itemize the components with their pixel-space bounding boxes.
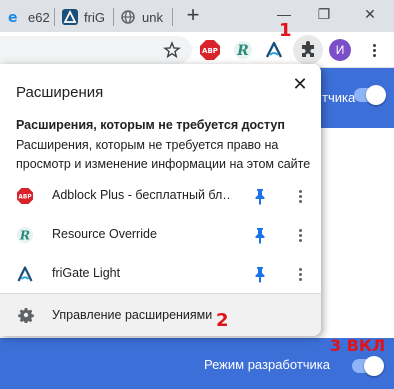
extension-row-adblock-plus[interactable]: ABP Adblock Plus - бесплатный бл… <box>0 176 321 216</box>
puzzle-icon <box>299 41 317 59</box>
close-window-button[interactable]: ✕ <box>360 4 380 24</box>
section-heading: Расширения, которым не требуется доступ <box>16 118 285 132</box>
pin-icon[interactable] <box>251 265 269 283</box>
frigate-extension-icon[interactable] <box>262 38 286 62</box>
extension-name: Adblock Plus - бесплатный бл… <box>52 188 232 202</box>
tab-unk[interactable]: unk <box>120 4 163 30</box>
abp-icon: ABP <box>16 187 34 205</box>
tab-separator <box>172 8 173 26</box>
popup-close-button[interactable]: ✕ <box>288 72 312 96</box>
annotation-2: 2 <box>216 310 229 331</box>
section-description: Расширения, которым не требуется право н… <box>16 138 311 171</box>
manage-extensions-label: Управление расширениями <box>52 308 213 322</box>
annotation-1: 1 <box>279 20 292 41</box>
extensions-popup: Расширения ✕ Расширения, которым не треб… <box>0 64 321 336</box>
frigate-icon <box>16 265 34 283</box>
extension-row-resource-override[interactable]: R Resource Override <box>0 215 321 255</box>
svg-text:R: R <box>19 228 30 243</box>
developer-mode-label: Режим разработчика <box>204 357 331 372</box>
resource-override-icon: R <box>16 226 34 244</box>
globe-icon <box>120 9 136 25</box>
frigate-icon <box>62 9 78 25</box>
extension-name: Resource Override <box>52 227 157 241</box>
chrome-menu-button[interactable] <box>362 38 386 62</box>
tab-separator <box>54 8 55 26</box>
header-toggle[interactable] <box>354 85 386 105</box>
profile-button[interactable]: И <box>328 38 352 62</box>
popup-title: Расширения <box>16 84 104 101</box>
extensions-puzzle-button[interactable] <box>293 35 323 65</box>
abp-extension-icon[interactable]: ABP <box>198 38 222 62</box>
svg-text:R: R <box>236 43 249 59</box>
maximize-button[interactable]: ❐ <box>314 4 334 24</box>
gear-icon <box>18 307 34 324</box>
pin-icon[interactable] <box>251 226 269 244</box>
more-options-icon[interactable] <box>292 186 308 206</box>
avatar: И <box>329 39 351 61</box>
ie-icon: e <box>6 9 22 25</box>
bookmark-star-icon[interactable] <box>160 38 184 62</box>
tab-separator <box>113 8 114 26</box>
svg-text:ABP: ABP <box>202 47 218 55</box>
tab-label: unk <box>142 9 163 25</box>
developer-mode-toggle[interactable] <box>352 356 384 376</box>
page-header-fragment: тчика <box>322 90 356 105</box>
extension-row-frigate-light[interactable]: friGate Light <box>0 254 321 294</box>
tab-strip: e e62 friG unk + — ❐ ✕ <box>0 0 394 32</box>
tab-e62[interactable]: e e62 <box>6 4 50 30</box>
tab-frigate[interactable]: friG <box>62 4 105 30</box>
annotation-3: 3 ВКЛ <box>330 336 386 355</box>
tab-label: e62 <box>28 9 50 25</box>
more-options-icon[interactable] <box>292 225 308 245</box>
svg-text:e: e <box>8 10 18 24</box>
tab-label: friG <box>84 9 105 25</box>
manage-extensions-button[interactable]: Управление расширениями <box>0 294 321 336</box>
pin-icon[interactable] <box>251 187 269 205</box>
page-body <box>320 128 394 338</box>
svg-text:ABP: ABP <box>18 195 32 201</box>
more-options-icon[interactable] <box>292 264 308 284</box>
new-tab-button[interactable]: + <box>181 4 205 28</box>
kebab-menu-icon <box>372 43 376 57</box>
extension-name: friGate Light <box>52 266 121 280</box>
resource-override-extension-icon[interactable]: R <box>231 38 255 62</box>
browser-toolbar: ABP R И <box>0 32 394 68</box>
